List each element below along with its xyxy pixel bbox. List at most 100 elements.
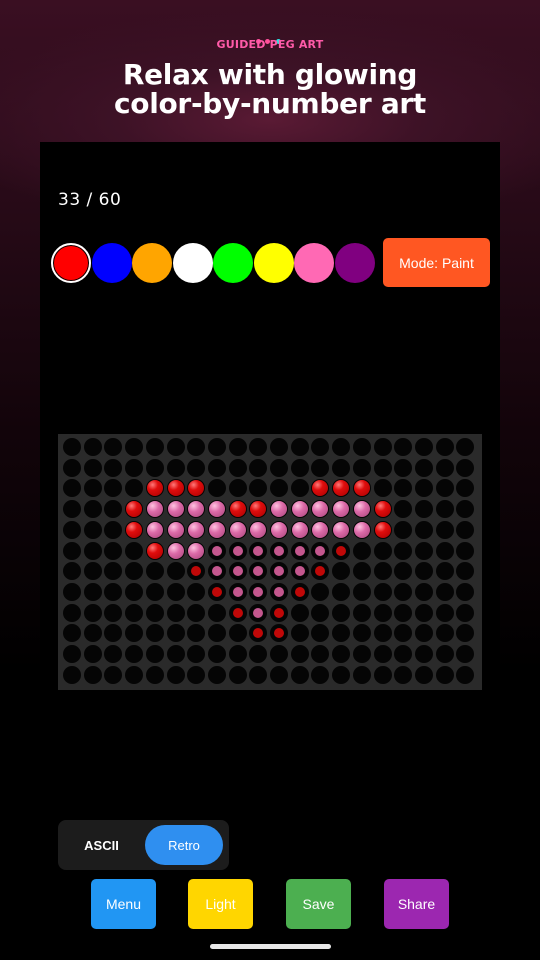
peg-hole[interactable] [63,645,81,663]
peg-hole[interactable] [332,562,351,581]
peg-hole[interactable] [187,438,206,456]
peg-hole[interactable] [373,665,392,684]
peg-pink[interactable] [146,521,163,538]
peg-hole[interactable] [207,458,226,477]
peg-hole[interactable] [435,665,454,684]
peg-hole[interactable] [456,520,475,539]
peg-hole[interactable] [166,603,185,622]
peg-hole[interactable] [125,458,144,477]
peg-hole[interactable] [83,458,102,477]
peg-hole[interactable] [104,479,123,498]
peg-hole[interactable] [352,665,371,684]
peg-hole[interactable] [104,541,123,560]
peg-hole[interactable] [290,458,309,477]
peg-hole[interactable] [394,541,413,560]
peg-hole[interactable] [352,603,371,622]
target-hole-red[interactable] [336,545,347,556]
peg-hole[interactable] [125,624,144,643]
peg-red[interactable] [374,501,391,518]
peg-hole[interactable] [414,520,433,539]
peg-hole[interactable] [394,500,413,519]
peg-hole[interactable] [104,603,123,622]
peg-hole[interactable] [373,562,392,581]
peg-hole[interactable] [373,458,392,477]
peg-hole[interactable] [145,665,164,684]
peg-pink[interactable] [208,501,225,518]
target-hole-pink[interactable] [232,586,243,597]
peg-hole[interactable] [83,479,102,498]
peg-hole[interactable] [228,458,247,477]
peg-hole[interactable] [83,500,102,519]
target-hole-pink[interactable] [211,545,222,556]
peg-hole[interactable] [414,645,433,663]
peg-hole[interactable] [187,645,206,663]
peg-hole[interactable] [83,665,102,684]
peg-hole[interactable] [332,665,351,684]
target-hole-red[interactable] [211,586,222,597]
color-swatch[interactable] [294,243,334,283]
target-hole-pink[interactable] [253,545,264,556]
target-hole-red[interactable] [232,607,243,618]
peg-hole[interactable] [456,562,475,581]
peg-hole[interactable] [83,438,102,456]
save-button[interactable]: Save [286,879,351,929]
peg-hole[interactable] [394,582,413,601]
peg-hole[interactable] [352,541,371,560]
toggle-retro[interactable]: Retro [145,825,223,865]
peg-hole[interactable] [63,541,81,560]
peg-hole[interactable] [166,624,185,643]
peg-hole[interactable] [435,479,454,498]
peg-hole[interactable] [435,603,454,622]
target-hole-pink[interactable] [294,545,305,556]
peg-hole[interactable] [207,624,226,643]
peg-hole[interactable] [414,562,433,581]
peg-hole[interactable] [166,562,185,581]
peg-hole[interactable] [249,458,268,477]
peg-hole[interactable] [228,645,247,663]
peg-hole[interactable] [332,624,351,643]
peg-hole[interactable] [352,582,371,601]
peg-hole[interactable] [145,624,164,643]
peg-hole[interactable] [207,479,226,498]
peg-hole[interactable] [332,458,351,477]
peg-pink[interactable] [188,521,205,538]
peg-pink[interactable] [353,501,370,518]
peg-hole[interactable] [63,582,81,601]
peg-pink[interactable] [188,542,205,559]
peg-hole[interactable] [166,582,185,601]
peg-hole[interactable] [394,645,413,663]
peg-hole[interactable] [145,582,164,601]
peg-hole[interactable] [311,582,330,601]
peg-pink[interactable] [271,521,287,538]
peg-hole[interactable] [104,665,123,684]
peg-hole[interactable] [373,645,392,663]
peg-hole[interactable] [270,479,288,498]
peg-hole[interactable] [104,458,123,477]
color-swatch[interactable] [253,243,294,283]
peg-hole[interactable] [394,603,413,622]
target-hole-pink[interactable] [232,545,243,556]
peg-board[interactable] [58,434,482,690]
peg-hole[interactable] [63,500,81,519]
color-swatch[interactable] [132,243,172,283]
peg-hole[interactable] [63,624,81,643]
peg-hole[interactable] [352,458,371,477]
peg-hole[interactable] [145,438,164,456]
target-hole-pink[interactable] [253,607,264,618]
peg-hole[interactable] [394,438,413,456]
peg-hole[interactable] [435,582,454,601]
peg-hole[interactable] [435,438,454,456]
peg-hole[interactable] [311,438,330,456]
peg-hole[interactable] [125,541,144,560]
peg-hole[interactable] [104,582,123,601]
peg-hole[interactable] [63,479,81,498]
peg-hole[interactable] [414,438,433,456]
peg-hole[interactable] [332,438,351,456]
peg-hole[interactable] [104,624,123,643]
peg-hole[interactable] [352,438,371,456]
peg-hole[interactable] [435,562,454,581]
color-swatch[interactable] [172,243,213,283]
peg-hole[interactable] [332,645,351,663]
peg-hole[interactable] [249,479,268,498]
peg-hole[interactable] [456,665,475,684]
